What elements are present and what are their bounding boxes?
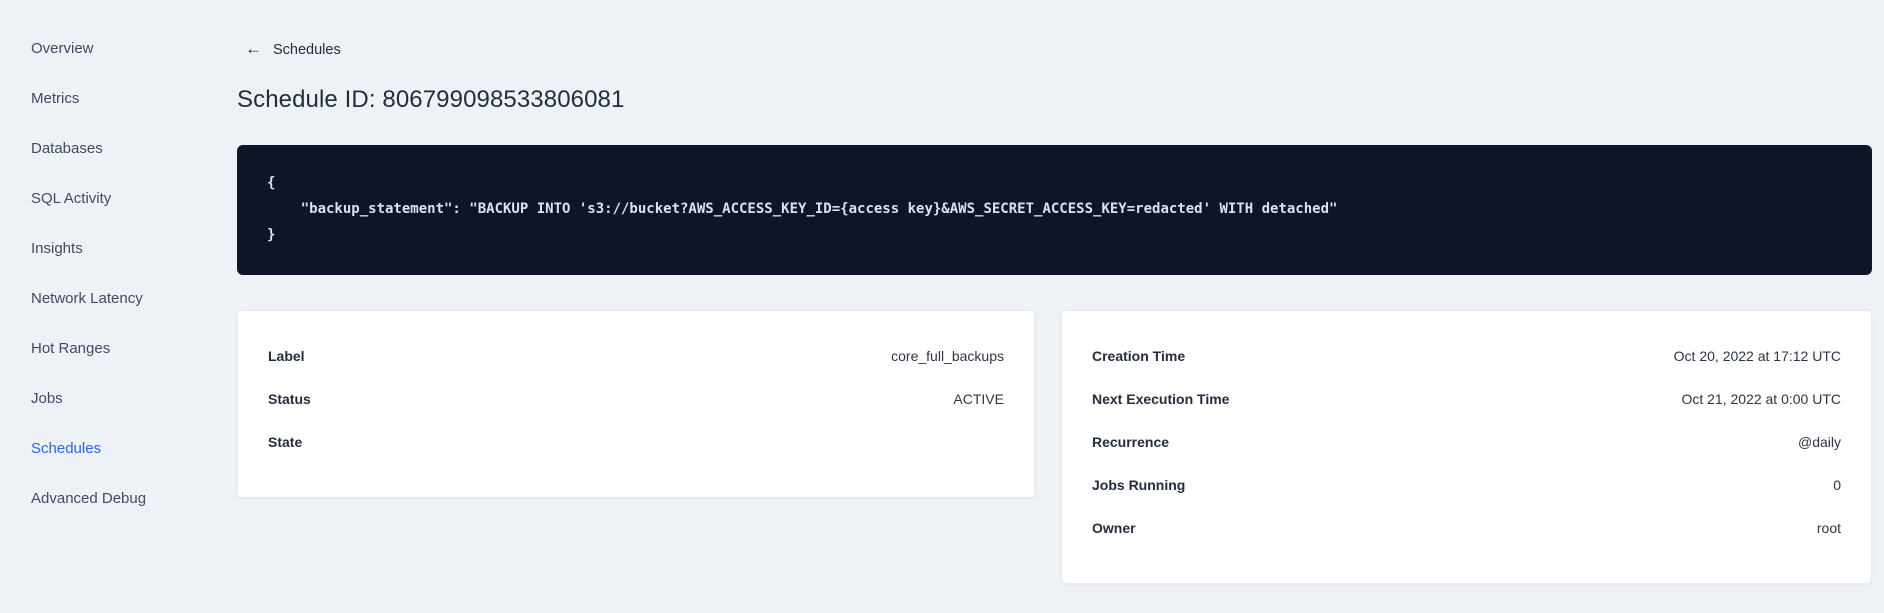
sidebar-item-metrics[interactable]: Metrics (0, 73, 237, 123)
detail-row-value: core_full_backups (891, 347, 1004, 364)
detail-row: Label core_full_backups (268, 334, 1004, 377)
timing-row-value: @daily (1797, 433, 1841, 450)
page-title: Schedule ID: 806799098533806081 (237, 86, 625, 113)
sidebar-item-label: Metrics (31, 89, 80, 107)
timing-row: Owner root (1092, 506, 1841, 549)
sidebar-item-network-latency[interactable]: Network Latency (0, 273, 237, 323)
timing-row-value: root (1816, 519, 1841, 536)
sidebar-item-jobs[interactable]: Jobs (0, 373, 237, 423)
sidebar-item-insights[interactable]: Insights (0, 223, 237, 273)
schedule-details-card: Label core_full_backups Status ACTIVE St… (237, 310, 1035, 498)
timing-row-value: 0 (1833, 476, 1841, 493)
timing-row: Jobs Running 0 (1092, 463, 1841, 506)
sidebar-item-sql-activity[interactable]: SQL Activity (0, 173, 237, 223)
backup-statement-json: { "backup_statement": "BACKUP INTO 's3:/… (267, 175, 1338, 243)
sidebar: Overview Metrics Databases SQL Activity … (0, 0, 237, 613)
timing-row: Recurrence @daily (1092, 420, 1841, 463)
sidebar-item-hot-ranges[interactable]: Hot Ranges (0, 323, 237, 373)
timing-row-label: Recurrence (1092, 433, 1170, 450)
sidebar-item-label: Advanced Debug (31, 489, 147, 507)
sidebar-item-databases[interactable]: Databases (0, 123, 237, 173)
arrow-left-icon: ← (245, 39, 262, 58)
sidebar-item-label: Jobs (31, 389, 63, 407)
timing-row-label: Jobs Running (1092, 476, 1186, 493)
timing-row: Next Execution Time Oct 21, 2022 at 0:00… (1092, 377, 1841, 420)
back-to-schedules-link[interactable]: ← Schedules (245, 39, 341, 58)
schedule-statement-code-block: { "backup_statement": "BACKUP INTO 's3:/… (237, 145, 1872, 275)
detail-row: State (268, 420, 1004, 463)
sidebar-item-label: SQL Activity (31, 189, 112, 207)
main-content: ← Schedules Schedule ID: 806799098533806… (237, 0, 1884, 613)
timing-row-value: Oct 21, 2022 at 0:00 UTC (1681, 390, 1841, 407)
sidebar-item-overview[interactable]: Overview (0, 23, 237, 73)
page-root: Overview Metrics Databases SQL Activity … (0, 0, 1884, 613)
sidebar-item-schedules[interactable]: Schedules (0, 423, 237, 473)
summary-cards: Label core_full_backups Status ACTIVE St… (237, 310, 1872, 584)
timing-row-label: Owner (1092, 519, 1136, 536)
sidebar-item-label: Databases (31, 139, 103, 157)
detail-row-label: Status (268, 390, 311, 407)
back-link-label: Schedules (273, 41, 341, 58)
detail-row: Status ACTIVE (268, 377, 1004, 420)
sidebar-item-label: Network Latency (31, 289, 143, 307)
detail-row-label: State (268, 433, 303, 450)
timing-row-label: Creation Time (1092, 347, 1186, 364)
timing-row: Creation Time Oct 20, 2022 at 17:12 UTC (1092, 334, 1841, 377)
detail-row-value: ACTIVE (953, 390, 1004, 407)
sidebar-item-label: Insights (31, 239, 83, 257)
timing-row-label: Next Execution Time (1092, 390, 1230, 407)
sidebar-item-label: Schedules (31, 439, 102, 457)
sidebar-item-advanced-debug[interactable]: Advanced Debug (0, 473, 237, 523)
schedule-timing-card: Creation Time Oct 20, 2022 at 17:12 UTC … (1061, 310, 1872, 584)
detail-row-label: Label (268, 347, 305, 364)
sidebar-item-label: Hot Ranges (31, 339, 111, 357)
sidebar-item-label: Overview (31, 39, 94, 57)
timing-row-value: Oct 20, 2022 at 17:12 UTC (1673, 347, 1841, 364)
